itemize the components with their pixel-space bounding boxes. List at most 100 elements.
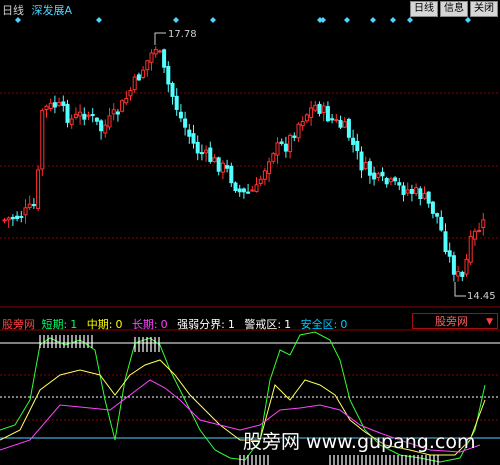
candle-body — [220, 162, 225, 173]
candle-body — [153, 48, 158, 55]
info-button[interactable]: 信息 — [440, 1, 468, 17]
param-mid: 中期: 0 — [86, 318, 123, 331]
candle-body — [208, 147, 213, 162]
candle-body — [225, 165, 230, 169]
candle-body — [472, 230, 477, 240]
candle-body — [359, 151, 364, 171]
candle-body — [57, 102, 62, 106]
stock-name: 深发展A — [31, 4, 73, 17]
candle-body — [367, 161, 372, 176]
candle-body — [342, 121, 347, 128]
candle-body — [401, 185, 406, 195]
candle-body — [380, 171, 385, 177]
candle-body — [275, 142, 280, 156]
candle-body — [254, 184, 259, 192]
candle-body — [309, 107, 314, 118]
candle-body — [52, 102, 57, 108]
candle-body — [338, 120, 343, 128]
param-long: 长期: 0 — [131, 318, 168, 331]
candle-body — [435, 213, 440, 217]
candle-body — [86, 114, 91, 117]
candle-body — [288, 134, 293, 153]
candle-body — [313, 104, 318, 111]
daily-button[interactable]: 日线 — [410, 1, 438, 17]
candle-body — [418, 188, 423, 200]
indicator-legend: 股旁网 短期: 1 中期: 0 长期: 0 强弱分界: 1 警戒区: 1 安全区: 0 — [2, 316, 353, 332]
candle-body — [166, 65, 171, 85]
high-price-label: 17.78 — [168, 29, 197, 40]
candle-body — [90, 114, 95, 117]
candle-body — [233, 182, 238, 192]
candle-body — [128, 90, 133, 97]
candle-body — [317, 103, 322, 114]
candle-body — [439, 216, 444, 231]
candle-body — [23, 207, 28, 216]
candle-body — [262, 170, 267, 180]
param-alert: 警戒区: 1 — [244, 318, 292, 331]
candle-body — [246, 191, 251, 194]
candle-body — [149, 52, 154, 63]
candle-body — [187, 129, 192, 137]
candle-body — [162, 49, 167, 68]
candle-body — [48, 102, 53, 110]
candle-body — [212, 157, 217, 163]
candle-body — [250, 189, 255, 192]
signal-marker — [173, 17, 179, 23]
candle-body — [31, 204, 36, 207]
signal-marker — [465, 17, 471, 23]
close-button[interactable]: 关闭 — [470, 1, 498, 17]
signal-marker — [96, 17, 102, 23]
candle-body — [61, 101, 66, 106]
candle-body — [460, 271, 465, 277]
candle-body — [304, 114, 309, 122]
candle-body — [241, 188, 246, 193]
candle-body — [397, 182, 402, 186]
candle-body — [376, 173, 381, 178]
candle-body — [195, 142, 200, 154]
candle-body — [94, 117, 99, 122]
candle-body — [414, 187, 419, 194]
candle-body — [115, 111, 120, 115]
candle-body — [199, 152, 204, 155]
candle-body — [2, 219, 7, 222]
candle-body — [325, 106, 330, 122]
candle-body — [426, 191, 431, 204]
candle-body — [103, 124, 108, 134]
candle-body — [141, 69, 146, 78]
chevron-down-icon: ▼ — [486, 317, 493, 327]
indicator-name: 股旁网 — [2, 318, 35, 331]
low-price-label: 14.45 — [467, 291, 496, 302]
candle-body — [393, 177, 398, 182]
kline-chart[interactable] — [0, 0, 500, 465]
candle-body — [351, 137, 356, 145]
candle-body — [447, 250, 452, 257]
candle-body — [363, 161, 368, 170]
candle-body — [145, 60, 150, 71]
candle-body — [384, 177, 389, 185]
candle-body — [27, 203, 32, 208]
candle-body — [132, 76, 137, 91]
signal-marker — [344, 17, 350, 23]
low-price-pointer — [454, 282, 466, 297]
candle-body — [191, 133, 196, 144]
candle-body — [409, 188, 414, 194]
candle-body — [178, 111, 183, 119]
candle-body — [279, 141, 284, 144]
candle-body — [300, 121, 305, 127]
candle-body — [296, 123, 301, 139]
candle-body — [10, 216, 15, 220]
candle-body — [321, 105, 326, 114]
signal-marker — [210, 17, 216, 23]
toolbar: 日线 信息 关闭 — [410, 1, 498, 17]
param-safe: 安全区: 0 — [300, 318, 348, 331]
indicator-select[interactable]: 股旁网 ▼ — [412, 313, 498, 329]
candle-body — [73, 113, 78, 118]
candle-body — [44, 105, 49, 110]
high-price-pointer — [154, 32, 166, 45]
candle-body — [124, 98, 129, 104]
candle-body — [267, 161, 272, 175]
chart-title: 日线 深发展A — [2, 2, 72, 18]
candle-body — [464, 258, 469, 275]
candle-body — [430, 201, 435, 214]
chart-type-label: 日线 — [2, 4, 24, 17]
